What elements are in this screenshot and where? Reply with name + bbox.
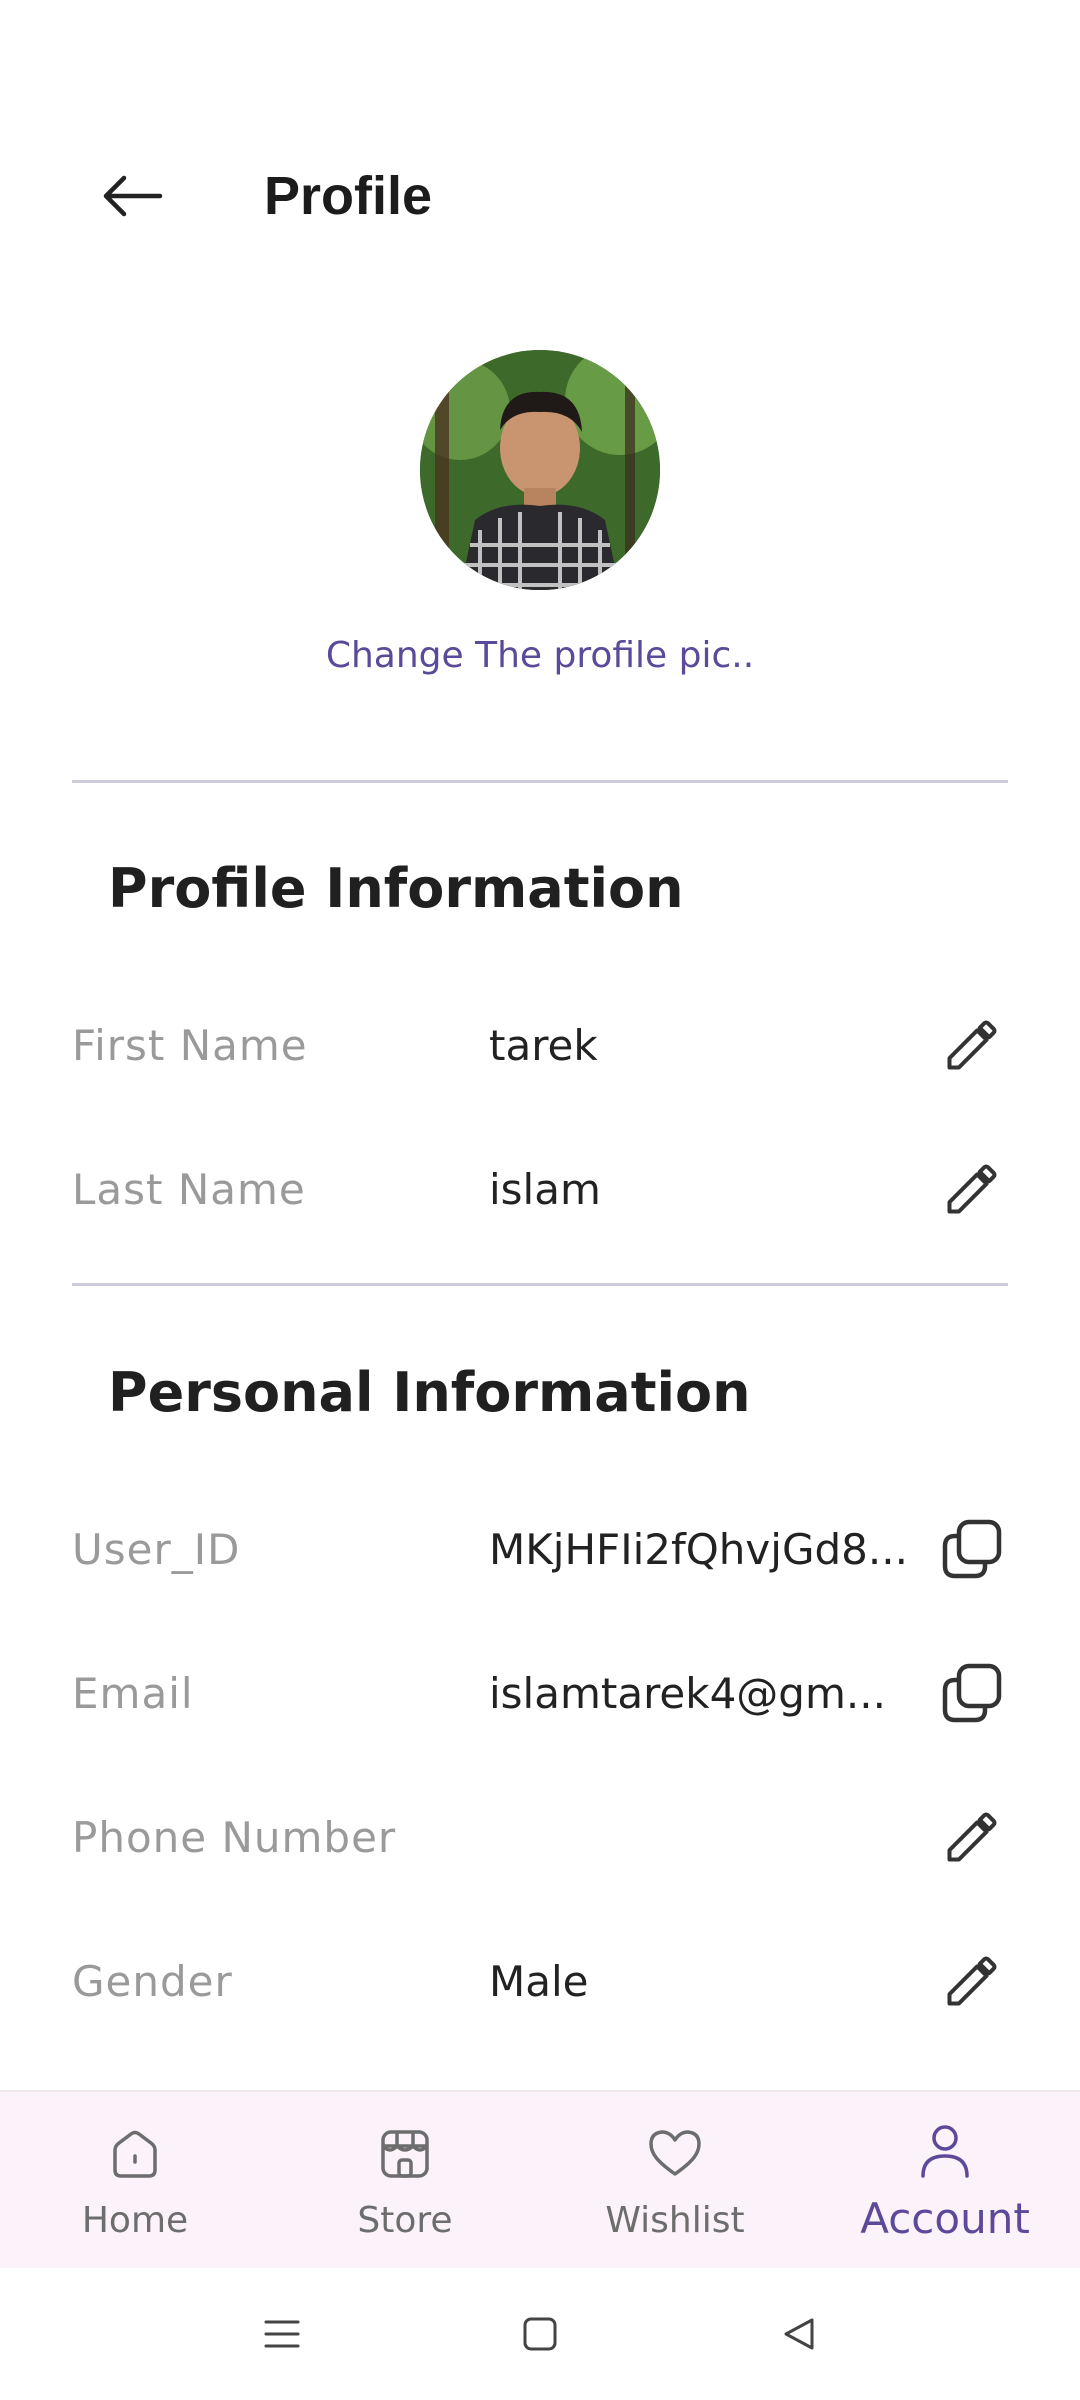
last-name-value: islam [489,1164,601,1214]
change-profile-pic-link[interactable]: Change The profile pic.. [0,635,1080,676]
nav-label-account: Account [860,2193,1030,2243]
edit-gender-button[interactable] [936,1945,1008,2017]
gender-label: Gender [72,1956,233,2006]
copy-icon [942,1663,1002,1723]
copy-user-id-button[interactable] [936,1513,1008,1585]
nav-item-store[interactable]: Store [270,2092,540,2270]
menu-icon [264,2320,300,2348]
gender-row: Gender Male [72,1931,1008,2031]
edit-first-name-button[interactable] [936,1009,1008,1081]
section-title-personal-information: Personal Information [108,1360,751,1424]
profile-screen: Profile Change The profile pic.. Profile… [0,0,1080,2400]
nav-item-home[interactable]: Home [0,2092,270,2270]
section-title-profile-information: Profile Information [108,856,684,920]
page-title: Profile [264,166,433,226]
nav-label-home: Home [81,2199,189,2241]
back-system-button[interactable] [768,2304,828,2364]
edit-phone-number-button[interactable] [936,1801,1008,1873]
first-name-row: First Name tarek [72,995,1008,1095]
gender-value: Male [489,1956,589,2006]
avatar[interactable] [420,350,660,590]
avatar-image [420,350,660,590]
divider [72,1283,1008,1286]
nav-item-wishlist[interactable]: Wishlist [540,2092,810,2270]
phone-number-label: Phone Number [72,1812,397,1862]
pencil-icon [947,1164,997,1214]
divider [72,780,1008,783]
back-button[interactable] [84,160,180,232]
home-system-button[interactable] [510,2304,570,2364]
phone-number-row: Phone Number [72,1787,1008,1887]
nav-label-wishlist: Wishlist [605,2199,745,2241]
first-name-value: tarek [489,1020,598,1070]
arrow-left-icon [103,175,163,217]
nav-label-store: Store [357,2199,453,2241]
triangle-back-icon [784,2318,814,2350]
recent-apps-button[interactable] [252,2304,312,2364]
user-id-value: MKjHFIi2fQhvjGd8... [489,1524,908,1574]
bottom-navigation: Home Store Wishlist Account [0,2090,1080,2268]
heart-icon [649,2129,701,2176]
user-id-row: User_ID MKjHFIi2fQhvjGd8... [72,1499,1008,1599]
user-id-label: User_ID [72,1524,241,1574]
email-row: Email islamtarek4@gm... [72,1643,1008,1743]
nav-item-account[interactable]: Account [810,2092,1080,2270]
pencil-icon [947,1020,997,1070]
store-icon [381,2129,429,2178]
email-value: islamtarek4@gm... [489,1668,886,1718]
copy-email-button[interactable] [936,1657,1008,1729]
square-icon [523,2317,557,2351]
home-icon [113,2130,157,2178]
first-name-label: First Name [72,1020,308,1070]
edit-last-name-button[interactable] [936,1153,1008,1225]
phone-number-value [489,1787,959,1887]
system-navigation-bar [0,2268,1080,2400]
copy-icon [942,1519,1002,1579]
email-label: Email [72,1668,194,1718]
last-name-row: Last Name islam [72,1139,1008,1239]
pencil-icon [947,1956,997,2006]
last-name-label: Last Name [72,1164,306,1214]
app-header: Profile [0,130,1080,260]
pencil-icon [947,1812,997,1862]
user-icon [921,2124,969,2178]
